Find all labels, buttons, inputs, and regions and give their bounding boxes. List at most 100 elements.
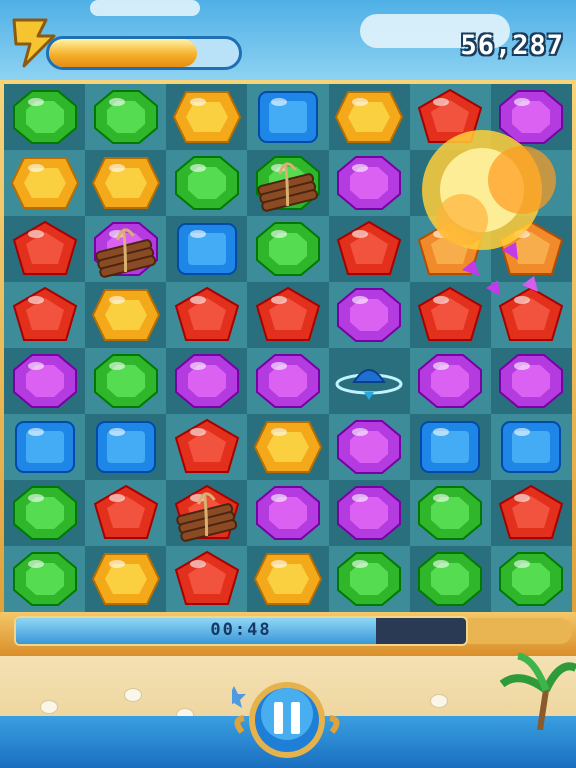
board-cell[interactable]	[166, 216, 248, 282]
board-cell[interactable]	[4, 414, 86, 480]
purple-gem	[174, 354, 239, 408]
game-board[interactable]	[4, 84, 572, 612]
blue-gem	[95, 421, 156, 473]
blue-gem	[14, 421, 75, 473]
orange-gem	[499, 220, 564, 275]
board-cell[interactable]	[247, 414, 329, 480]
board-cell[interactable]	[4, 150, 86, 216]
score-display: 56,287	[460, 30, 564, 61]
green-gem	[174, 156, 239, 210]
red-gem	[336, 220, 402, 275]
board-cell[interactable]	[247, 546, 329, 612]
yellow-gem	[172, 91, 241, 143]
board-cell[interactable]	[166, 546, 248, 612]
board-cell[interactable]	[85, 414, 167, 480]
board-cell[interactable]	[328, 348, 410, 414]
board-cell[interactable]	[328, 546, 410, 612]
board-cell[interactable]	[85, 150, 167, 216]
board-cell[interactable]	[409, 150, 491, 216]
board-cell[interactable]	[328, 150, 410, 216]
red-gem	[12, 220, 77, 275]
green-gem	[499, 552, 564, 606]
board-cell[interactable]	[490, 348, 572, 414]
purple-gem	[337, 156, 402, 210]
energy-meter	[10, 14, 242, 70]
board-cell[interactable]	[490, 414, 572, 480]
board-cell[interactable]	[166, 150, 248, 216]
green-gem	[12, 486, 77, 540]
board-cell[interactable]	[166, 480, 248, 546]
palm-tree-icon	[500, 652, 576, 730]
board-cell[interactable]	[247, 480, 329, 546]
blue-gem	[176, 223, 237, 275]
special-orb-gem	[335, 369, 403, 400]
board-cell[interactable]	[328, 282, 410, 348]
purple-gem	[337, 288, 402, 342]
purple-gem	[93, 222, 158, 276]
blue-gem	[501, 421, 562, 473]
board-cell[interactable]	[4, 348, 86, 414]
board-cell[interactable]	[166, 282, 248, 348]
board-cell[interactable]	[247, 282, 329, 348]
board-cell[interactable]	[166, 84, 248, 150]
board-cell[interactable]	[490, 282, 572, 348]
red-gem	[174, 286, 240, 341]
board-cell[interactable]	[328, 216, 410, 282]
red-gem	[174, 418, 240, 473]
board-cell[interactable]	[85, 348, 167, 414]
board-cell[interactable]	[247, 84, 329, 150]
blue-gem	[420, 421, 481, 473]
board-cell[interactable]	[409, 84, 491, 150]
board-cell[interactable]	[4, 546, 86, 612]
red-gem	[12, 286, 77, 341]
green-gem	[12, 90, 77, 144]
blue-gem	[257, 91, 318, 143]
board-cell[interactable]	[247, 216, 329, 282]
green-gem	[418, 486, 483, 540]
pause-button[interactable]	[232, 672, 342, 762]
board-cell[interactable]	[409, 414, 491, 480]
red-gem	[499, 484, 564, 539]
yellow-gem	[91, 553, 160, 605]
board-cell[interactable]	[490, 150, 572, 216]
board-cell[interactable]	[490, 216, 572, 282]
yellow-gem	[91, 289, 160, 341]
starfish-icon	[232, 686, 246, 708]
board-cell[interactable]	[85, 84, 167, 150]
yellow-gem	[91, 157, 160, 209]
board-cell[interactable]	[4, 480, 86, 546]
board-cell[interactable]	[4, 84, 86, 150]
board-cell[interactable]	[4, 282, 86, 348]
board-cell[interactable]	[490, 84, 572, 150]
red-gem	[255, 286, 321, 341]
board-cell[interactable]	[490, 546, 572, 612]
board-cell[interactable]	[4, 216, 86, 282]
board-cell[interactable]	[328, 84, 410, 150]
board-cell[interactable]	[409, 282, 491, 348]
purple-gem	[499, 354, 564, 408]
timer-cap	[468, 618, 572, 644]
board-cell[interactable]	[85, 216, 167, 282]
board-cell[interactable]	[409, 546, 491, 612]
energy-bar	[46, 36, 242, 70]
board-cell[interactable]	[409, 348, 491, 414]
yellow-gem	[335, 91, 404, 143]
board-cell[interactable]	[490, 480, 572, 546]
board-cell[interactable]	[328, 480, 410, 546]
board-cell[interactable]	[247, 348, 329, 414]
green-gem	[418, 552, 483, 606]
purple-gem	[337, 420, 402, 474]
board-cell[interactable]	[166, 414, 248, 480]
board-cell[interactable]	[328, 414, 410, 480]
board-cell[interactable]	[409, 216, 491, 282]
red-gem	[418, 88, 483, 143]
board-cell[interactable]	[85, 480, 167, 546]
board-cell[interactable]	[85, 546, 167, 612]
board-cell[interactable]	[85, 282, 167, 348]
timer-text: 00:48	[210, 620, 272, 640]
shell	[430, 694, 448, 708]
board-cell[interactable]	[247, 150, 329, 216]
board-cell[interactable]	[166, 348, 248, 414]
purple-gem	[499, 90, 564, 144]
board-cell[interactable]	[409, 480, 491, 546]
